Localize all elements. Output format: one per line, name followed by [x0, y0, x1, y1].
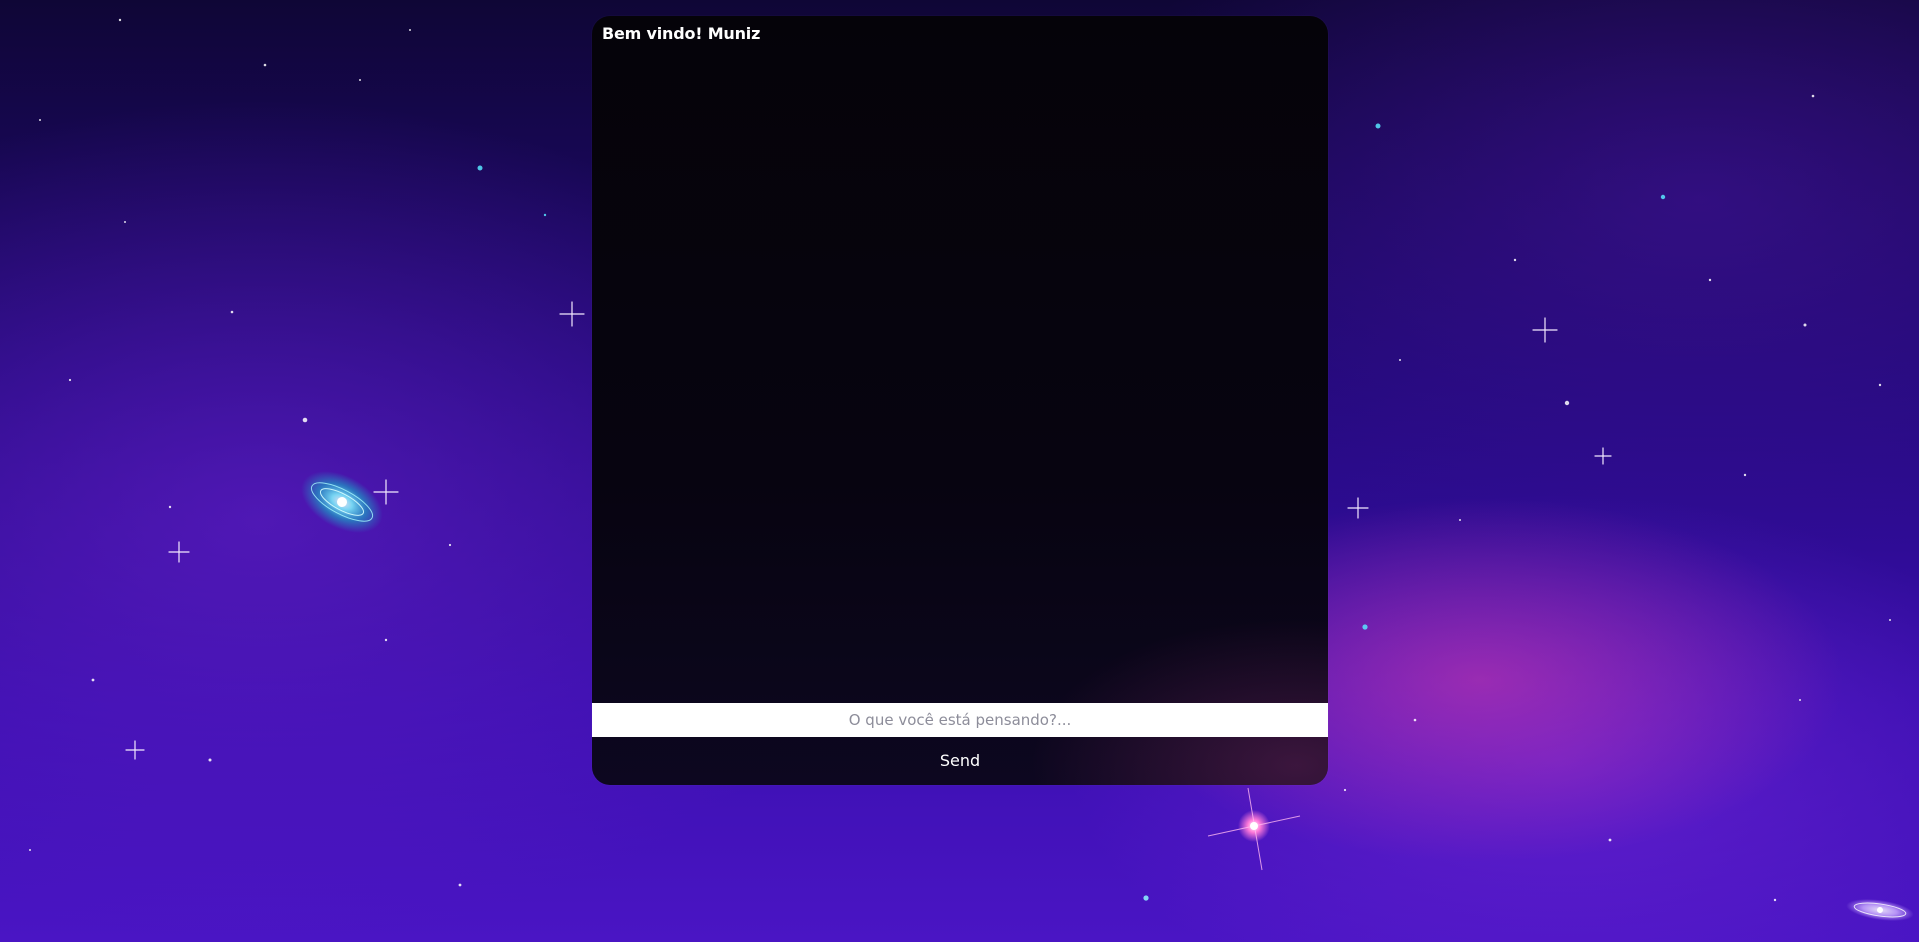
message-list [592, 56, 1328, 716]
message-input[interactable] [592, 703, 1328, 737]
send-button[interactable]: Send [592, 743, 1328, 777]
chat-panel: Bem vindo! Muniz Send [592, 16, 1328, 785]
welcome-title: Bem vindo! Muniz [602, 24, 761, 43]
